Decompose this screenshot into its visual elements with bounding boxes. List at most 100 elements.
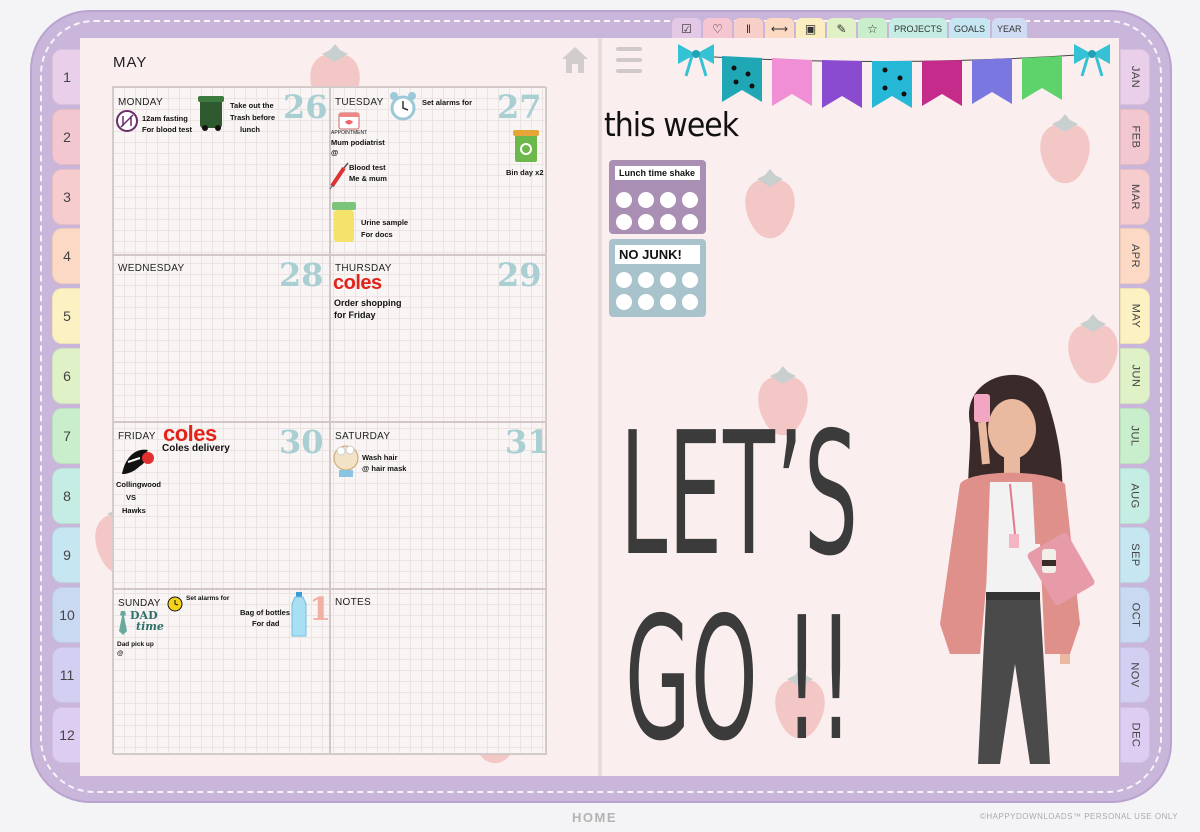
money-icon[interactable]: ▣	[796, 18, 825, 40]
dumbbell-icon[interactable]: ⟷	[765, 18, 794, 40]
tracker-dot[interactable]	[638, 294, 654, 310]
month-tab-9[interactable]: 9	[52, 527, 82, 584]
tracker-dot[interactable]	[616, 294, 632, 310]
month-tab-11[interactable]: 11	[52, 647, 82, 703]
month-tab-1[interactable]: 1	[52, 49, 82, 105]
tracker-dot[interactable]	[638, 272, 654, 288]
tracker-dot[interactable]	[616, 192, 632, 208]
heartbeat-icon[interactable]: ♡	[703, 18, 732, 40]
water-bottle-icon	[291, 592, 307, 637]
month-tab-dec[interactable]: DEC	[1120, 706, 1150, 763]
tab-goals[interactable]: GOALS	[949, 18, 991, 40]
month-tab-3[interactable]: 3	[52, 168, 82, 225]
bunting-banner	[678, 44, 1110, 108]
month-tab-5[interactable]: 5	[52, 288, 82, 345]
tab-year[interactable]: YEAR	[992, 18, 1027, 40]
month-tab-4[interactable]: 4	[52, 228, 82, 285]
habit-tracker-shake: Lunch time shake	[609, 160, 706, 234]
notes-icon[interactable]: ✎	[827, 18, 856, 40]
day-number-saturday: 31	[505, 423, 550, 461]
notes-label: NOTES	[335, 597, 371, 608]
month-tab-7[interactable]: 7	[52, 407, 82, 464]
tracker-dot[interactable]	[638, 214, 654, 230]
day-number-thursday: 29	[497, 256, 542, 294]
tracker-dot[interactable]	[660, 272, 676, 288]
tracker-dot[interactable]	[682, 214, 698, 230]
tracker-dot[interactable]	[616, 272, 632, 288]
tuesday-note-urine: Urine sample For docs	[361, 218, 409, 239]
tracker-dot[interactable]	[682, 272, 698, 288]
month-tab-feb[interactable]: FEB	[1120, 108, 1150, 165]
tracker-dot[interactable]	[660, 294, 676, 310]
month-tab-12[interactable]: 12	[52, 706, 82, 763]
home-icon[interactable]	[560, 44, 590, 76]
tracker-dot[interactable]	[616, 214, 632, 230]
tuesday-note-bin-day: Bin day x2	[506, 168, 544, 177]
section-tabs: ☑ ♡ ǁ ⟷ ▣ ✎ ☆ PROJECTS GOALS YEAR	[672, 18, 1027, 40]
headline-lets: LET’S	[620, 396, 859, 594]
trash-bin-icon	[198, 96, 224, 131]
month-tab-jan[interactable]: JAN	[1120, 49, 1150, 105]
tracker-dot[interactable]	[682, 192, 698, 208]
tracker-dot[interactable]	[638, 192, 654, 208]
day-label-saturday: SATURDAY	[335, 431, 391, 442]
magpie-logo-icon	[122, 449, 154, 474]
month-tab-10[interactable]: 10	[52, 587, 82, 644]
this-week-title: this week	[604, 106, 739, 145]
alarm-clock-icon	[167, 596, 183, 612]
month-tab-label: FEB	[1129, 125, 1141, 149]
cutlery-icon[interactable]: ǁ	[734, 18, 763, 40]
tab-projects[interactable]: PROJECTS	[889, 18, 948, 40]
month-tab-label: OCT	[1128, 602, 1141, 628]
day-label-friday: FRIDAY	[118, 431, 156, 442]
month-tab-mar[interactable]: MAR	[1120, 168, 1150, 225]
month-tab-label: APR	[1129, 244, 1141, 269]
sunday-note-dad-pickup: Dad pick up @	[117, 641, 154, 657]
thursday-note-shopping: Order shopping for Friday	[334, 298, 402, 320]
month-tab-2[interactable]: 2	[52, 108, 82, 165]
tracker-label: NO JUNK!	[615, 245, 700, 264]
coles-logo: coles	[333, 272, 382, 294]
tracker-dot[interactable]	[682, 294, 698, 310]
tracker-dot[interactable]	[660, 192, 676, 208]
checkbox-icon[interactable]: ☑	[672, 18, 701, 40]
day-number-friday: 30	[279, 423, 324, 461]
month-tab-8[interactable]: 8	[52, 467, 82, 524]
menu-icon[interactable]	[616, 47, 642, 75]
month-tab-jul[interactable]: JUL	[1120, 407, 1150, 464]
appointment-label: APPOINTMENT	[331, 130, 368, 136]
month-tab-label: NOV	[1129, 662, 1141, 688]
month-tab-oct[interactable]: OCT	[1120, 587, 1150, 644]
syringe-icon	[329, 162, 349, 190]
day-number-wednesday: 28	[279, 256, 324, 294]
tuesday-note-podiatrist: Mum podiatrist @	[331, 138, 385, 157]
notes-cell[interactable]	[330, 589, 547, 755]
month-tab-aug[interactable]: AUG	[1120, 467, 1150, 524]
month-title: MAY	[113, 54, 148, 71]
month-tab-nov[interactable]: NOV	[1120, 647, 1150, 703]
friday-note-delivery: Coles delivery	[162, 443, 230, 454]
month-tab-apr[interactable]: APR	[1120, 228, 1150, 285]
headline-go: GO !!	[625, 581, 853, 779]
bow-icon	[678, 44, 714, 77]
urine-sample-icon	[332, 202, 356, 242]
day-label-tuesday: TUESDAY	[335, 97, 384, 108]
bow-icon	[1074, 44, 1110, 77]
monday-note-fasting: 12am fasting For blood test	[142, 114, 192, 134]
day-number-monday: 26	[283, 88, 328, 126]
star-icon[interactable]: ☆	[858, 18, 887, 40]
month-tab-label: JAN	[1129, 65, 1141, 89]
month-tab-sep[interactable]: SEP	[1120, 527, 1150, 584]
sunday-note-bottles: Bag of bottles For dad	[240, 608, 290, 628]
month-tab-label: JUN	[1128, 364, 1141, 388]
tracker-dot[interactable]	[660, 214, 676, 230]
tracker-label: Lunch time shake	[615, 166, 700, 180]
day-number-sunday: 1	[309, 590, 332, 628]
month-tab-6[interactable]: 6	[52, 348, 82, 404]
home-link[interactable]: HOME	[572, 810, 617, 825]
copyright-text: ©HAPPYDOWNLOADS™ PERSONAL USE ONLY	[980, 812, 1179, 821]
month-tab-label: MAY	[1129, 303, 1141, 329]
strawberry-icon	[1040, 114, 1090, 184]
day-label-monday: MONDAY	[118, 97, 163, 108]
planner-app: 1 2 3 4 5 6 7 8 9 10 11 12 JAN FEB MAR APR MAY JUN JUL AUG…	[0, 0, 1200, 832]
